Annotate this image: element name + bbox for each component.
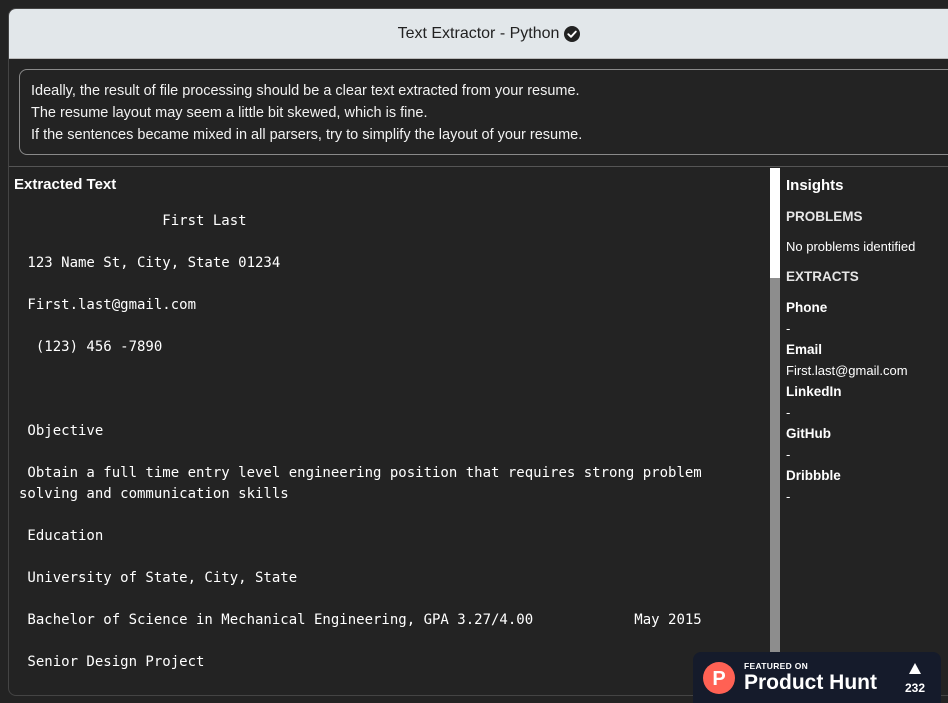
extracted-text-pane[interactable]: Extracted Text First Last 123 Name St, C…	[9, 168, 770, 695]
phone-value: -	[786, 321, 791, 336]
product-hunt-vote-count: 232	[904, 681, 925, 695]
extracts-heading: EXTRACTS	[786, 269, 859, 284]
insights-title: Insights	[786, 177, 844, 194]
scrollbar[interactable]	[770, 168, 780, 695]
github-value: -	[786, 447, 791, 462]
scrollbar-thumb[interactable]	[770, 168, 780, 278]
extracted-text-content: First Last 123 Name St, City, State 0123…	[19, 213, 702, 670]
notice-line: Ideally, the result of file processing s…	[31, 83, 580, 99]
product-hunt-badge[interactable]: P FEATURED ON Product Hunt 232	[693, 652, 941, 703]
notice-line: If the sentences became mixed in all par…	[31, 127, 583, 143]
product-hunt-votes: 232	[905, 661, 925, 695]
section-divider	[9, 166, 948, 167]
product-hunt-text: FEATURED ON Product Hunt	[744, 661, 877, 694]
linkedin-value: -	[786, 405, 791, 420]
window-title: Text Extractor - Python	[397, 24, 560, 42]
title-bar: Text Extractor - Python	[9, 9, 948, 59]
product-hunt-logo: P	[703, 661, 735, 694]
problems-heading: PROBLEMS	[786, 209, 863, 224]
problems-text: No problems identified	[786, 239, 916, 254]
extracted-text-title: Extracted Text	[14, 176, 117, 193]
triangle-up-icon	[908, 661, 921, 679]
phone-label: Phone	[786, 300, 828, 315]
email-value: First.last@gmail.com	[786, 363, 908, 378]
email-label: Email	[786, 342, 823, 357]
product-hunt-name: Product Hunt	[744, 671, 877, 694]
scrollbar-track[interactable]	[770, 278, 780, 695]
github-label: GitHub	[786, 426, 831, 441]
product-hunt-featured: FEATURED ON	[744, 661, 809, 671]
notice-line: The resume layout may seem a little bit …	[31, 105, 428, 121]
info-notice: Ideally, the result of file processing s…	[19, 69, 948, 155]
linkedin-label: LinkedIn	[786, 384, 842, 399]
dribbble-value: -	[786, 489, 791, 504]
check-circle-icon	[564, 25, 581, 42]
product-hunt-logo-letter: P	[712, 668, 725, 690]
dribbble-label: Dribbble	[786, 468, 841, 483]
insights-panel: Insights PROBLEMS No problems identified…	[786, 168, 948, 695]
app-window: Text Extractor - Python Ideally, the res…	[8, 8, 948, 696]
